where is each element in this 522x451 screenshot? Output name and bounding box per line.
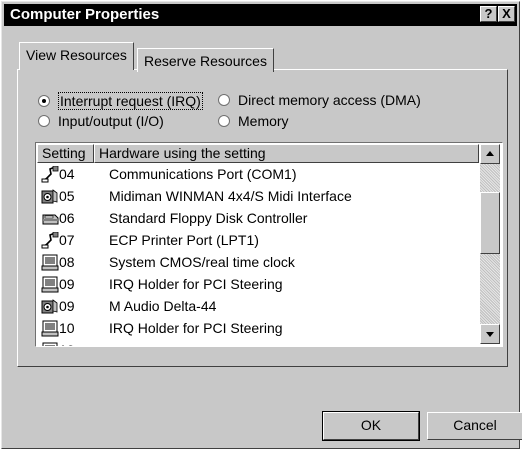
row-hardware: Midiman WINMAN 4x4/S Midi Interface (109, 188, 352, 204)
list-row[interactable]: 10 IRQ Holder for PCI Steering (37, 318, 479, 340)
close-button[interactable]: X (498, 6, 515, 22)
list-row[interactable]: 08 System CMOS/real time clock (37, 252, 479, 274)
column-header-setting[interactable]: Setting (37, 144, 94, 163)
row-setting: 06 (59, 210, 75, 226)
list-header: Setting Hardware using the setting (37, 144, 479, 163)
radio-memory-circle[interactable] (218, 115, 230, 127)
system-device-icon (41, 254, 59, 271)
list-rows: 04 Communications Port (COM1) 05 Midiman… (37, 164, 479, 346)
row-setting: 07 (59, 232, 75, 248)
row-setting: 04 (59, 166, 75, 182)
tab-reserve-resources[interactable]: Reserve Resources (137, 48, 274, 72)
list-row[interactable]: 05 Midiman WINMAN 4x4/S Midi Interface (37, 186, 479, 208)
port-icon (41, 166, 59, 183)
list-row[interactable]: 09 M Audio Delta-44 (37, 296, 479, 318)
ok-button[interactable]: OK (322, 411, 420, 441)
radio-irq[interactable]: Interrupt request (IRQ) (38, 92, 203, 110)
row-setting: 09 (59, 276, 75, 292)
radio-irq-label: Interrupt request (IRQ) (58, 92, 203, 110)
radio-memory-label: Memory (238, 113, 289, 129)
row-setting: 08 (59, 254, 75, 270)
cancel-button[interactable]: Cancel (427, 412, 522, 440)
port-icon (41, 232, 59, 249)
radio-selected-dot (42, 99, 46, 103)
radio-io-circle[interactable] (38, 115, 50, 127)
help-button[interactable]: ? (480, 6, 497, 22)
arrow-down-icon (486, 332, 494, 337)
radio-memory[interactable]: Memory (218, 113, 289, 129)
row-setting: 05 (59, 188, 75, 204)
vertical-scrollbar[interactable] (480, 144, 500, 344)
resource-list[interactable]: Setting Hardware using the setting 04 Co… (35, 142, 503, 347)
row-hardware: Communications Port (COM1) (109, 166, 297, 182)
scroll-up-button[interactable] (480, 144, 500, 164)
floppy-controller-icon (42, 214, 59, 225)
row-setting: 10 (59, 320, 75, 336)
radio-irq-circle[interactable] (38, 95, 50, 107)
row-hardware: IRQ Holder for PCI Steering (109, 320, 283, 336)
row-setting: 09 (59, 298, 75, 314)
list-row[interactable]: 06 Standard Floppy Disk Controller (37, 208, 479, 230)
radio-io[interactable]: Input/output (I/O) (38, 113, 164, 129)
radio-dma-label: Direct memory access (DMA) (238, 92, 421, 108)
scroll-thumb[interactable] (480, 192, 500, 254)
title-bar[interactable]: Computer Properties ? X (4, 4, 517, 26)
row-hardware: ECP Printer Port (LPT1) (109, 232, 259, 248)
tab-view-resources[interactable]: View Resources (19, 42, 134, 70)
row-hardware: Standard Floppy Disk Controller (109, 210, 308, 226)
system-device-icon (42, 342, 58, 346)
radio-dma-circle[interactable] (218, 94, 230, 106)
list-row[interactable]: 07 ECP Printer Port (LPT1) (37, 230, 479, 252)
row-hardware: System CMOS/real time clock (109, 254, 295, 270)
tab-reserve-resources-label: Reserve Resources (144, 53, 267, 69)
computer-properties-dialog: Computer Properties ? X View Resources R… (1, 1, 522, 449)
system-device-icon (41, 320, 59, 337)
tab-view-resources-label: View Resources (26, 47, 127, 63)
radio-dma[interactable]: Direct memory access (DMA) (218, 92, 421, 108)
system-device-icon (41, 276, 59, 293)
sound-device-icon (41, 299, 58, 314)
scroll-down-button[interactable] (480, 324, 500, 344)
list-row[interactable]: 09 IRQ Holder for PCI Steering (37, 274, 479, 296)
row-setting: 10 (59, 342, 75, 346)
row-hardware: IRQ Holder for PCI Steering (109, 276, 283, 292)
sound-device-icon (41, 189, 58, 204)
arrow-up-icon (486, 151, 494, 156)
list-row[interactable]: 04 Communications Port (COM1) (37, 164, 479, 186)
radio-io-label: Input/output (I/O) (58, 113, 164, 129)
row-hardware: M Audio Delta-44 (109, 298, 217, 314)
window-title: Computer Properties (10, 6, 160, 23)
list-row[interactable]: 10 (37, 340, 479, 346)
column-header-hardware[interactable]: Hardware using the setting (94, 144, 479, 163)
